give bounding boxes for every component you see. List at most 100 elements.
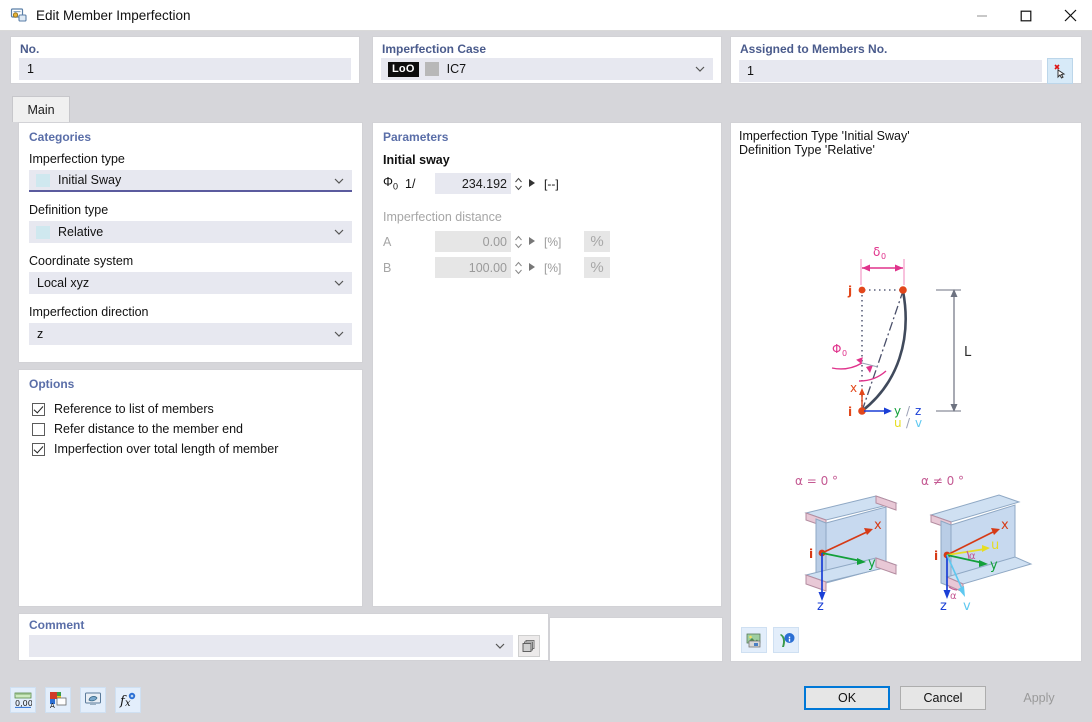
imperfection-case-combo[interactable]: LoO IC7 (381, 58, 713, 80)
svg-text:A: A (50, 702, 55, 709)
imperfection-distance-row-b: B 100.00 [%] % (373, 252, 721, 278)
categories-panel: Categories Imperfection type Initial Swa… (18, 122, 363, 363)
option-reference-to-list[interactable]: Reference to list of members (32, 402, 352, 416)
comment-combo[interactable] (29, 635, 513, 657)
lo-badge: LoO (388, 61, 419, 77)
comment-spacer-panel (549, 617, 723, 662)
assigned-members-label: Assigned to Members No. (740, 42, 888, 56)
svg-text:α: α (950, 591, 957, 602)
svg-text:v: v (963, 599, 971, 611)
imperfection-direction-value: z (37, 327, 44, 341)
no-label: No. (20, 42, 40, 56)
svg-text:i: i (848, 405, 852, 419)
option-refer-distance[interactable]: Refer distance to the member end (32, 422, 352, 436)
sway-diagram: δ 0 j i Φ 0 x y / z u / v L (826, 243, 1001, 441)
distance-a-unit: [%] (544, 234, 562, 249)
svg-text:y: y (868, 556, 876, 571)
play-arrow-icon[interactable] (528, 261, 537, 275)
comment-list-icon[interactable] (518, 635, 540, 657)
coordinate-system-label: Coordinate system (29, 254, 134, 268)
apply-button: Apply (996, 686, 1082, 710)
initial-sway-input[interactable]: 234.192 (435, 173, 511, 194)
initial-sway-prefix: 1/ (405, 176, 416, 191)
definition-type-combo[interactable]: Relative (29, 221, 352, 243)
tab-strip: Main (12, 96, 70, 122)
title-bar: Edit Member Imperfection (0, 0, 1092, 31)
svg-text:z: z (940, 599, 947, 611)
ok-button[interactable]: OK (804, 686, 890, 710)
svg-text:α = 0 °: α = 0 ° (795, 474, 838, 488)
options-panel: Options Reference to list of members Ref… (18, 369, 363, 607)
distance-a-input[interactable]: 0.00 (435, 231, 511, 252)
imperfection-case-value: IC7 (446, 62, 467, 76)
comment-panel: Comment (18, 613, 549, 661)
svg-text:u: u (894, 416, 902, 430)
close-button[interactable] (1048, 0, 1092, 31)
definition-type-value: Relative (58, 225, 104, 239)
distance-a-percent-button[interactable]: % (584, 231, 610, 252)
minimize-button[interactable] (960, 0, 1004, 31)
chevron-down-icon (333, 328, 345, 343)
categories-title: Categories (29, 130, 92, 144)
tab-main[interactable]: Main (12, 96, 70, 122)
bottom-bar: 0,00 A f x OK Cancel Apply (0, 680, 1092, 722)
phi-symbol-label: Φ0 (383, 175, 398, 192)
app-icon (10, 6, 28, 24)
parameters-title: Parameters (383, 130, 449, 144)
imperfection-type-combo[interactable]: Initial Sway (29, 170, 352, 192)
dialog-buttons: OK Cancel Apply (804, 686, 1082, 710)
svg-text:i: i (934, 549, 938, 563)
play-arrow-icon[interactable] (528, 177, 537, 191)
option-label: Reference to list of members (54, 402, 214, 416)
svg-text:α ≠ 0 °: α ≠ 0 ° (921, 474, 964, 488)
image-export-icon[interactable] (741, 627, 767, 653)
spinner-icon[interactable] (514, 233, 523, 251)
beam-diagram-alpha-nonzero: α ≠ 0 ° i x u y α z v α (903, 471, 1043, 614)
beam-diagram-alpha-zero: α = 0 ° i x y z (773, 471, 913, 614)
chevron-down-icon (333, 226, 345, 241)
definition-type-label: Definition type (29, 203, 109, 217)
play-arrow-icon[interactable] (528, 235, 537, 249)
chevron-down-icon (333, 277, 345, 292)
svg-text:δ: δ (873, 245, 880, 259)
distance-b-input[interactable]: 100.00 (435, 257, 511, 278)
definition-type-swatch (36, 225, 50, 239)
svg-text:α: α (969, 551, 976, 562)
maximize-button[interactable] (1004, 0, 1048, 31)
parameters-panel: Parameters Initial sway Φ0 1/ 234.192 [-… (372, 122, 722, 607)
display-settings-icon[interactable] (80, 687, 106, 713)
imperfection-case-group: Imperfection Case LoO IC7 (372, 36, 722, 84)
pick-members-icon[interactable] (1047, 58, 1073, 84)
imperfection-direction-combo[interactable]: z (29, 323, 352, 345)
distance-b-unit: [%] (544, 260, 562, 275)
preview-panel: Imperfection Type 'Initial Sway' Definit… (730, 122, 1082, 662)
spinner-icon[interactable] (514, 175, 523, 193)
spinner-icon[interactable] (514, 259, 523, 277)
svg-text:x: x (850, 381, 857, 395)
svg-text:y: y (990, 558, 998, 573)
units-decimal-icon[interactable]: 0,00 (10, 687, 36, 713)
imperfection-case-label: Imperfection Case (382, 42, 487, 56)
svg-text:z: z (817, 599, 824, 611)
svg-text:0: 0 (842, 349, 847, 358)
cancel-button[interactable]: Cancel (900, 686, 986, 710)
rename-object-icon[interactable]: A (45, 687, 71, 713)
imperfection-type-swatch (36, 173, 50, 187)
info-help-icon[interactable] (773, 627, 799, 653)
initial-sway-unit: [--] (544, 176, 559, 191)
checkbox-icon (32, 402, 45, 416)
svg-text:j: j (847, 284, 852, 298)
distance-b-percent-button[interactable]: % (584, 257, 610, 278)
assigned-members-input[interactable]: 1 (739, 60, 1042, 82)
svg-text:u: u (991, 538, 999, 553)
no-input[interactable]: 1 (19, 58, 351, 80)
options-title: Options (29, 377, 75, 391)
formula-fx-icon[interactable]: f x (115, 687, 141, 713)
comment-label: Comment (29, 618, 85, 632)
chevron-down-icon (694, 63, 706, 78)
svg-text:x: x (1001, 518, 1009, 533)
option-imperfection-total-length[interactable]: Imperfection over total length of member (32, 442, 352, 456)
distance-b-label: B (383, 260, 392, 275)
coordinate-system-combo[interactable]: Local xyz (29, 272, 352, 294)
svg-text:i: i (809, 547, 813, 561)
